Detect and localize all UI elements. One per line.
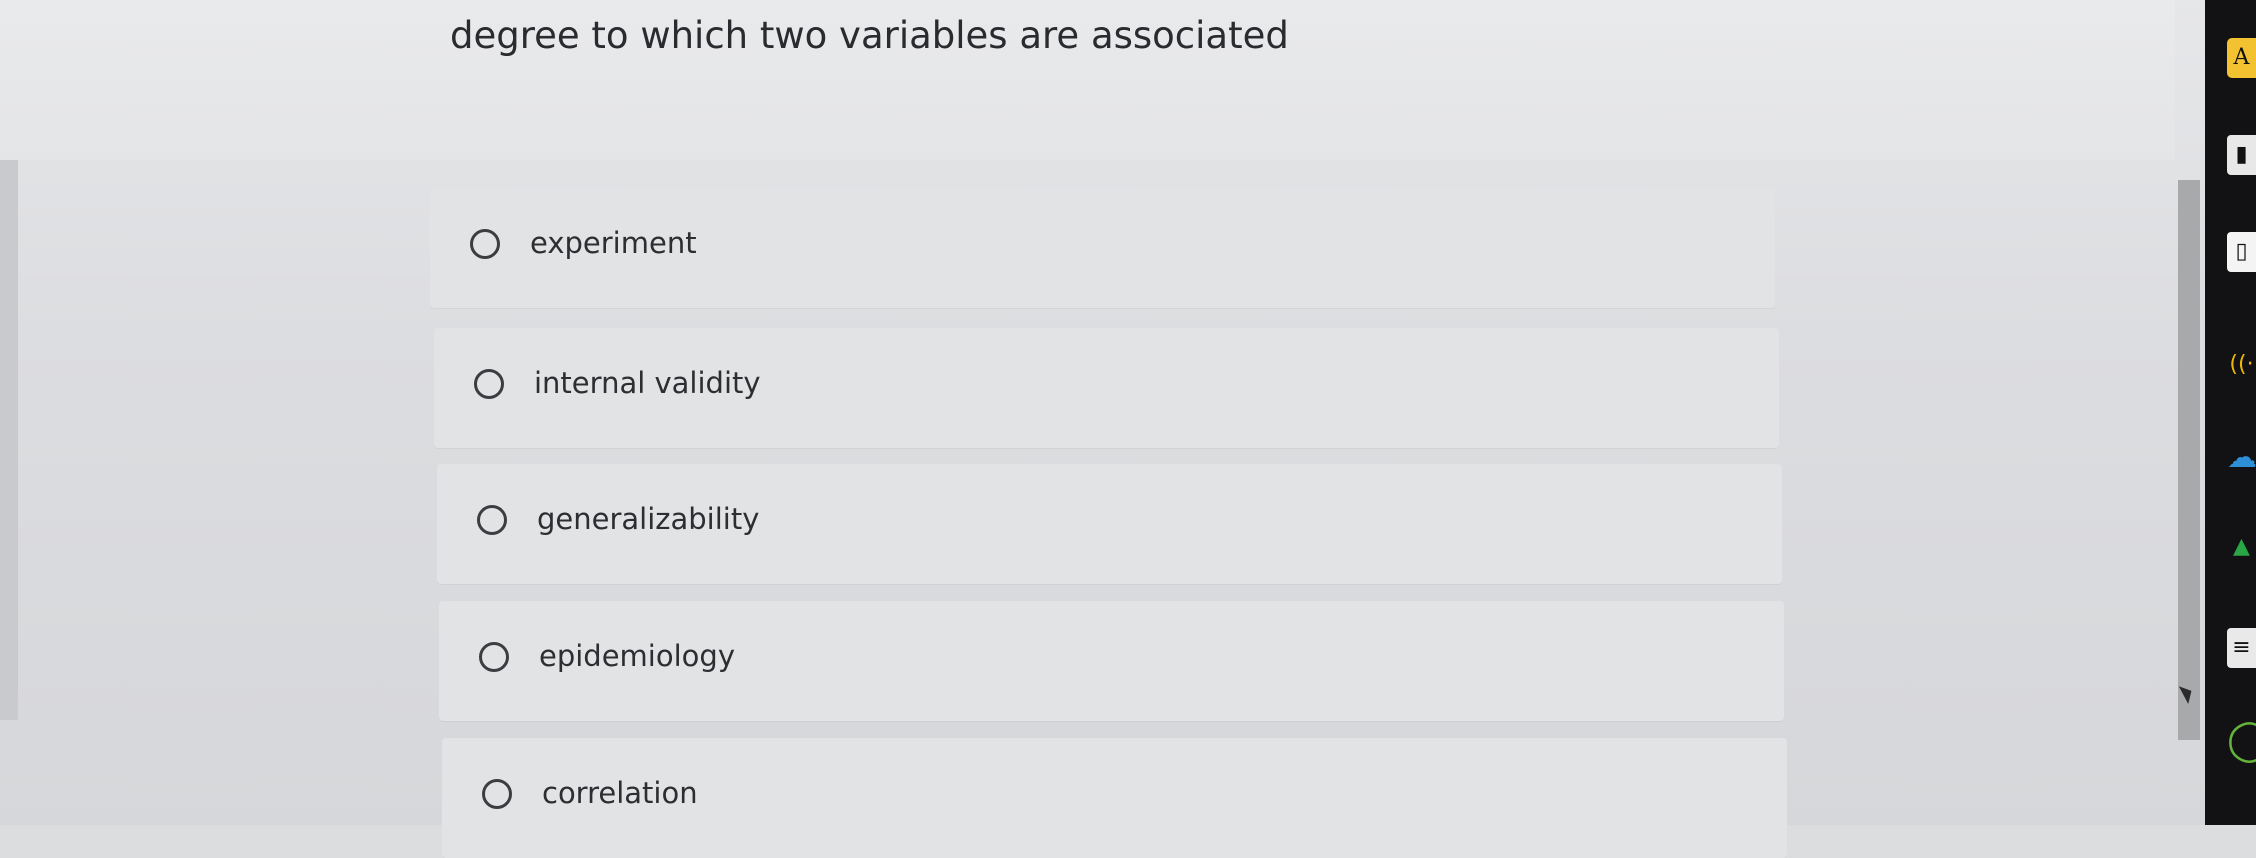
bookmark-doc-icon[interactable]: ▯	[2227, 232, 2256, 272]
page: degree to which two variables are associ…	[0, 0, 2256, 858]
cloud-icon[interactable]: ☁	[2227, 438, 2256, 478]
radio-button-icon[interactable]	[479, 642, 509, 672]
question-text: degree to which two variables are associ…	[450, 14, 1289, 57]
notes-icon[interactable]: ≡	[2227, 628, 2256, 668]
text-app-icon[interactable]: A	[2227, 38, 2256, 78]
option-label: internal validity	[534, 366, 761, 400]
document-icon[interactable]: ▮	[2227, 135, 2256, 175]
radio-button-icon[interactable]	[482, 779, 512, 809]
scrollbar[interactable]	[2178, 180, 2200, 740]
answer-option-internal-validity[interactable]: internal validity	[434, 328, 1779, 448]
drive-icon[interactable]: ▲	[2227, 527, 2256, 567]
radio-button-icon[interactable]	[477, 505, 507, 535]
taskbar: A ▮ ▯ ((· ☁ ▲ ≡ ◯	[2205, 0, 2256, 825]
option-label: experiment	[530, 226, 697, 260]
radio-button-icon[interactable]	[474, 369, 504, 399]
answer-option-epidemiology[interactable]: epidemiology	[439, 601, 1784, 721]
radio-button-icon[interactable]	[470, 229, 500, 259]
ring-app-icon[interactable]: ◯	[2227, 720, 2256, 760]
audio-waves-icon[interactable]: ((·	[2227, 345, 2256, 385]
question-area: degree to which two variables are associ…	[0, 0, 2175, 160]
option-label: generalizability	[537, 502, 760, 536]
left-page-edge	[0, 140, 18, 720]
option-label: correlation	[542, 776, 698, 810]
answer-option-generalizability[interactable]: generalizability	[437, 464, 1782, 584]
answer-option-experiment[interactable]: experiment	[430, 188, 1775, 308]
option-label: epidemiology	[539, 639, 735, 673]
answer-option-correlation[interactable]: correlation	[442, 738, 1787, 858]
